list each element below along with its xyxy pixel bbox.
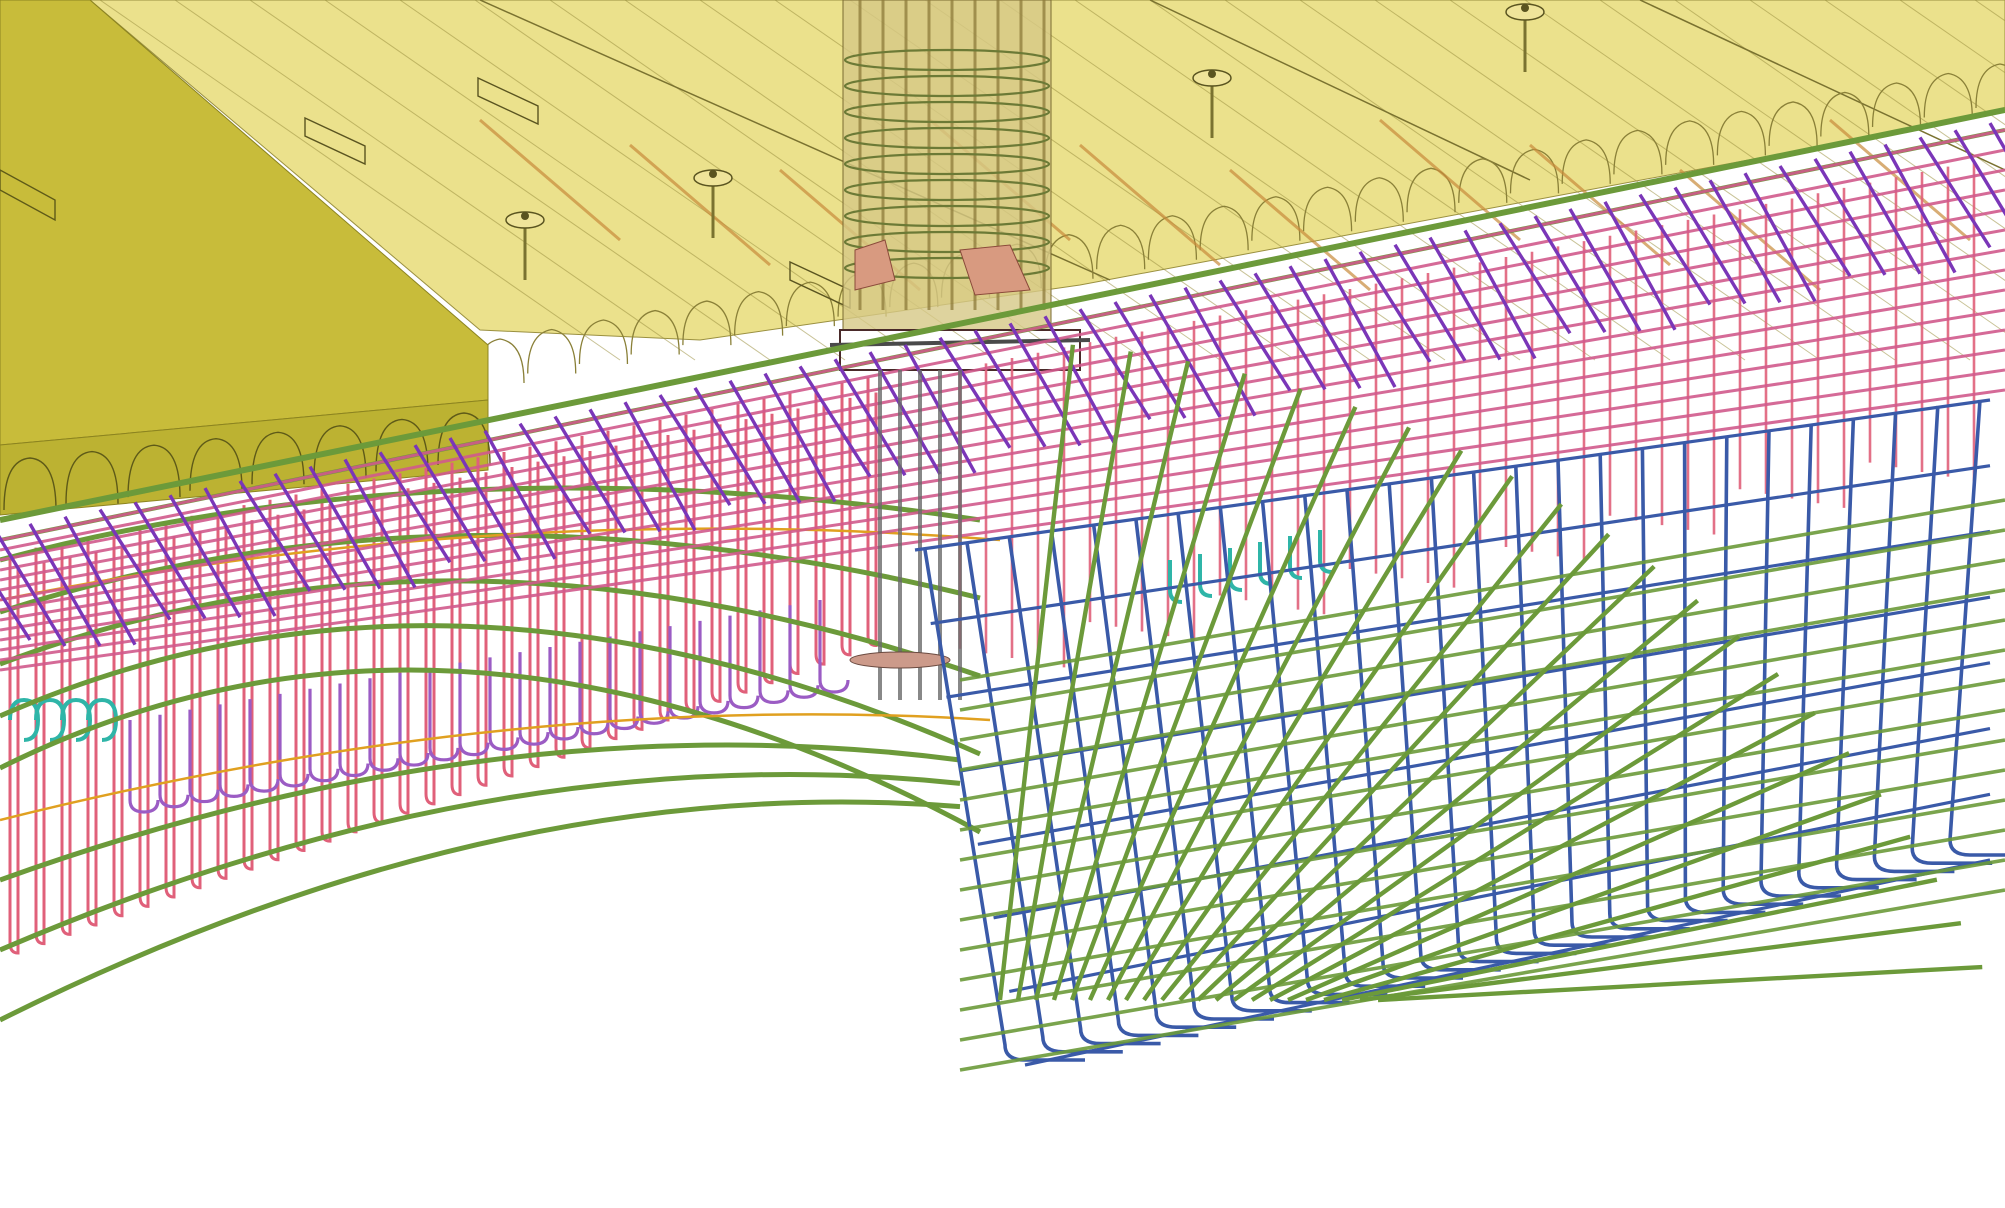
rebar-model-viewport[interactable] bbox=[0, 0, 2005, 1208]
stud-top bbox=[1521, 4, 1529, 12]
stud-top bbox=[521, 212, 529, 220]
anchor-nut bbox=[849, 651, 951, 669]
precast-column bbox=[829, 0, 1091, 371]
stud-top bbox=[709, 170, 717, 178]
stud-top bbox=[1208, 70, 1216, 78]
